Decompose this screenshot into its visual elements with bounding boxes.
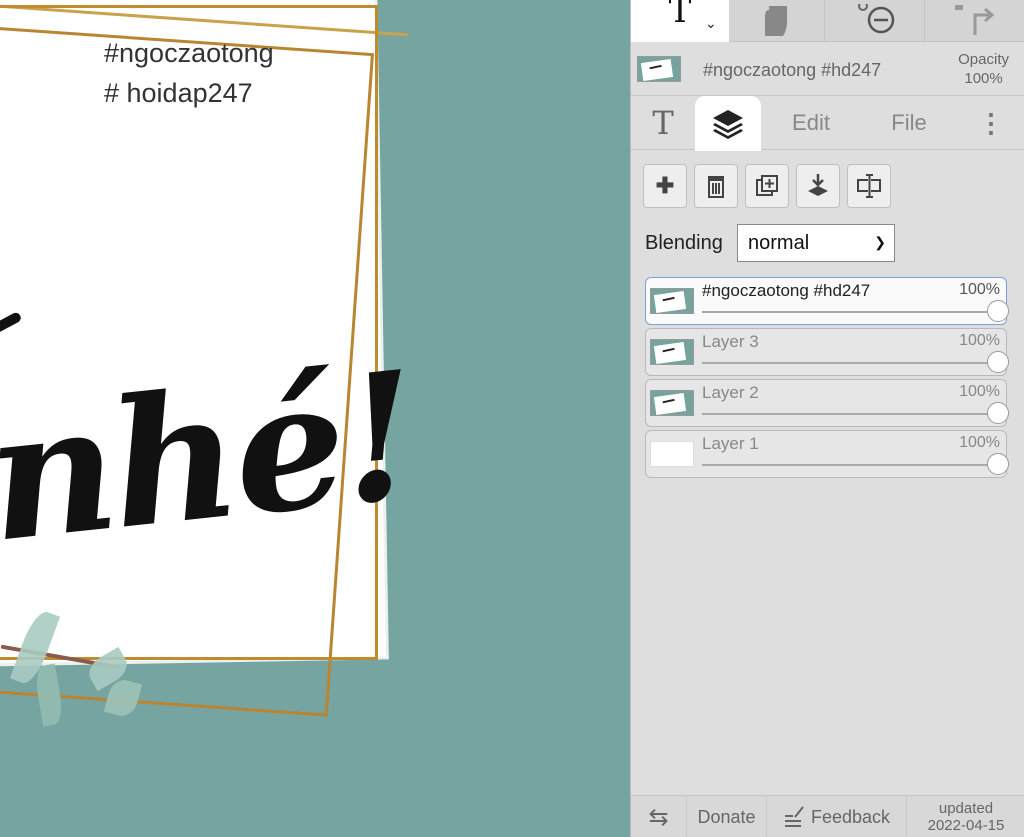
text-tool-button[interactable]: T ⌄ bbox=[631, 0, 729, 42]
text-tool-glyph: T bbox=[668, 0, 692, 31]
document-opacity[interactable]: Opacity 100% bbox=[958, 50, 1009, 88]
hand-icon bbox=[764, 6, 787, 36]
donate-button[interactable]: Donate bbox=[687, 796, 767, 837]
add-layer-button[interactable]: ✚ bbox=[643, 164, 687, 208]
tab-edit[interactable]: Edit bbox=[771, 96, 851, 150]
blending-value: normal bbox=[748, 231, 810, 254]
delete-layer-button[interactable] bbox=[694, 164, 738, 208]
document-name: #ngoczaotong #hd247 bbox=[703, 60, 882, 80]
zoom-out-button[interactable] bbox=[825, 0, 925, 42]
chevron-down-icon[interactable]: ⌄ bbox=[705, 16, 717, 32]
opacity-slider-track[interactable] bbox=[702, 311, 998, 313]
layer-opacity: 100% bbox=[959, 383, 1000, 400]
merge-down-button[interactable] bbox=[796, 164, 840, 208]
side-panel: T ⌄ #ngoczaotong #hd247 Opacity 100% T E… bbox=[630, 0, 1024, 837]
zoom-out-icon bbox=[857, 4, 894, 34]
opacity-slider-knob[interactable] bbox=[987, 351, 1009, 373]
duplicate-layer-button[interactable] bbox=[745, 164, 789, 208]
canvas-text-line2[interactable]: # hoidap247 bbox=[104, 78, 253, 109]
duplicate-icon bbox=[756, 175, 778, 196]
trash-icon bbox=[708, 176, 724, 198]
canvas-text-line1[interactable]: #ngoczaotong bbox=[104, 38, 274, 69]
redo-icon bbox=[955, 5, 995, 35]
swap-panel-button[interactable]: ⇆ bbox=[631, 796, 687, 837]
image-canvas[interactable]: #ngoczaotong # hoidap247 nhé! bbox=[0, 0, 630, 837]
blending-select[interactable]: normal ❯ bbox=[737, 224, 895, 262]
text-cursor-icon bbox=[857, 174, 881, 198]
layer-name: Layer 2 bbox=[702, 383, 759, 402]
opacity-slider-track[interactable] bbox=[702, 413, 998, 415]
tool-bar: T ⌄ bbox=[631, 0, 1024, 42]
updated-info[interactable]: updated 2022-04-15 bbox=[907, 796, 1024, 837]
more-menu-icon[interactable]: ⋮ bbox=[971, 96, 1011, 150]
tab-text[interactable]: T bbox=[631, 96, 695, 150]
redo-button[interactable] bbox=[925, 0, 1024, 42]
layer-properties-button[interactable] bbox=[847, 164, 891, 208]
layer-thumbnail bbox=[650, 390, 694, 416]
opacity-label: Opacity bbox=[958, 51, 1009, 68]
opacity-slider-knob[interactable] bbox=[987, 300, 1009, 322]
chevron-down-icon: ❯ bbox=[874, 234, 886, 250]
pen-note-icon bbox=[784, 806, 804, 827]
feedback-button[interactable]: Feedback bbox=[767, 796, 907, 837]
opacity-value: 100% bbox=[964, 70, 1003, 87]
layer-name: Layer 3 bbox=[702, 332, 759, 351]
layer-name: Layer 1 bbox=[702, 434, 759, 453]
layer-thumbnail bbox=[650, 288, 694, 314]
updated-label: updated bbox=[938, 800, 994, 817]
layers-icon bbox=[713, 109, 743, 139]
hand-tool-button[interactable] bbox=[729, 0, 825, 42]
layer-opacity: 100% bbox=[959, 281, 1000, 298]
tab-layers[interactable] bbox=[695, 96, 761, 151]
layer-opacity: 100% bbox=[959, 434, 1000, 451]
opacity-slider-track[interactable] bbox=[702, 464, 998, 466]
updated-date: 2022-04-15 bbox=[927, 817, 1005, 834]
panel-footer: ⇆ Donate Feedback updated 2022-04-15 bbox=[631, 795, 1024, 837]
layer-opacity: 100% bbox=[959, 332, 1000, 349]
layer-item[interactable]: Layer 2 100% bbox=[645, 379, 1009, 427]
layer-thumbnail bbox=[650, 441, 694, 467]
blending-label: Blending bbox=[645, 232, 723, 254]
tab-file[interactable]: File bbox=[871, 96, 947, 150]
opacity-slider-knob[interactable] bbox=[987, 453, 1009, 475]
layer-item[interactable]: Layer 3 100% bbox=[645, 328, 1009, 376]
layer-name: #ngoczaotong #hd247 bbox=[702, 281, 871, 300]
layer-item[interactable]: Layer 1 100% bbox=[645, 430, 1009, 478]
opacity-slider-track[interactable] bbox=[702, 362, 998, 364]
document-row: #ngoczaotong #hd247 Opacity 100% bbox=[631, 42, 1024, 96]
opacity-slider-knob[interactable] bbox=[987, 402, 1009, 424]
layer-item[interactable]: #ngoczaotong #hd247 100% bbox=[645, 277, 1009, 325]
document-thumbnail[interactable] bbox=[637, 56, 681, 82]
panel-tabs: T Edit File ⋮ bbox=[631, 96, 1024, 151]
feedback-label: Feedback bbox=[810, 806, 891, 827]
layer-thumbnail bbox=[650, 339, 694, 365]
merge-down-icon bbox=[808, 174, 828, 196]
